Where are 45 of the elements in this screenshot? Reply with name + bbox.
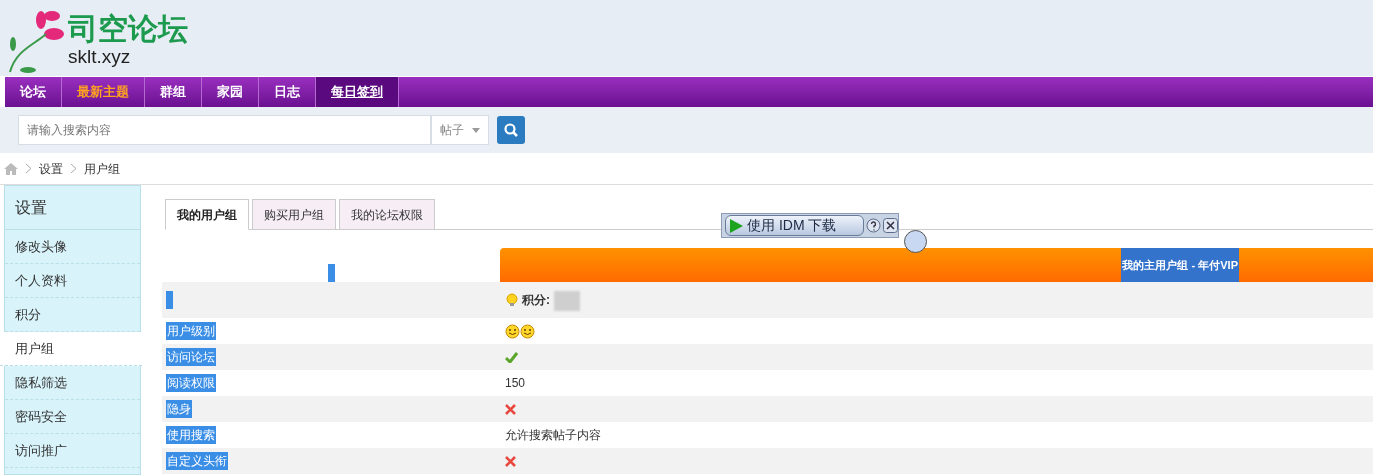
row-label: 访问论坛 [166, 348, 216, 366]
search-button[interactable] [497, 116, 525, 144]
points-label: 积分: [522, 292, 550, 309]
sidebar-item[interactable]: 隐私筛选 [5, 366, 140, 400]
smiley-icon [520, 323, 535, 339]
row-label: 阅读权限 [166, 374, 216, 392]
breadcrumb-link[interactable]: 设置 [39, 159, 63, 178]
blurred-value [554, 291, 580, 311]
nav-link[interactable]: 每日签到 [316, 77, 399, 107]
search-field[interactable]: 请输入搜索内容 [18, 115, 431, 145]
cross-icon [505, 403, 516, 415]
sidebar-item[interactable]: 访问推广 [5, 434, 140, 468]
row-label: 用户级别 [166, 322, 216, 340]
checkmark-icon [505, 351, 518, 363]
row-value: 允许搜索帖子内容 [505, 427, 601, 444]
cross-icon [505, 455, 516, 467]
selection-mark [166, 291, 173, 309]
help-icon[interactable] [866, 218, 882, 233]
tab[interactable]: 我的用户组 [165, 199, 249, 230]
play-icon [729, 218, 743, 233]
row-label: 使用搜索 [166, 426, 216, 444]
smiley-icon [505, 323, 520, 339]
breadcrumb-link[interactable]: 用户组 [84, 159, 120, 178]
close-icon[interactable] [883, 218, 898, 233]
chevron-icon [26, 164, 31, 173]
scope-dropdown[interactable]: 帖子 [431, 115, 489, 145]
site-title: 司空论坛 [68, 12, 188, 46]
row-label: 隐身 [166, 400, 192, 418]
tab[interactable]: 我的论坛权限 [339, 199, 435, 230]
sidebar-item[interactable]: 个人资料 [5, 264, 140, 298]
idm-download-button[interactable]: 使用 IDM 下载 [725, 215, 865, 236]
search-icon [504, 123, 518, 137]
sidebar-item[interactable]: 修改头像 [5, 230, 140, 264]
site-domain: sklt.xyz [68, 46, 132, 68]
row-value: 150 [505, 375, 526, 392]
chevron-icon [71, 164, 76, 173]
tab[interactable]: 购买用户组 [252, 199, 336, 230]
sidebar-item[interactable]: 密码安全 [5, 400, 140, 434]
sidebar-title: 设置 [5, 186, 140, 230]
sidebar-item[interactable]: 用户组 [0, 332, 142, 366]
row-label: 自定义头衔 [166, 452, 228, 470]
selection-mark [328, 264, 335, 282]
group-name: 我的主用户组 - 年付VIP [1121, 248, 1239, 282]
caret-icon [472, 127, 480, 133]
lightbulb-icon [506, 293, 518, 307]
